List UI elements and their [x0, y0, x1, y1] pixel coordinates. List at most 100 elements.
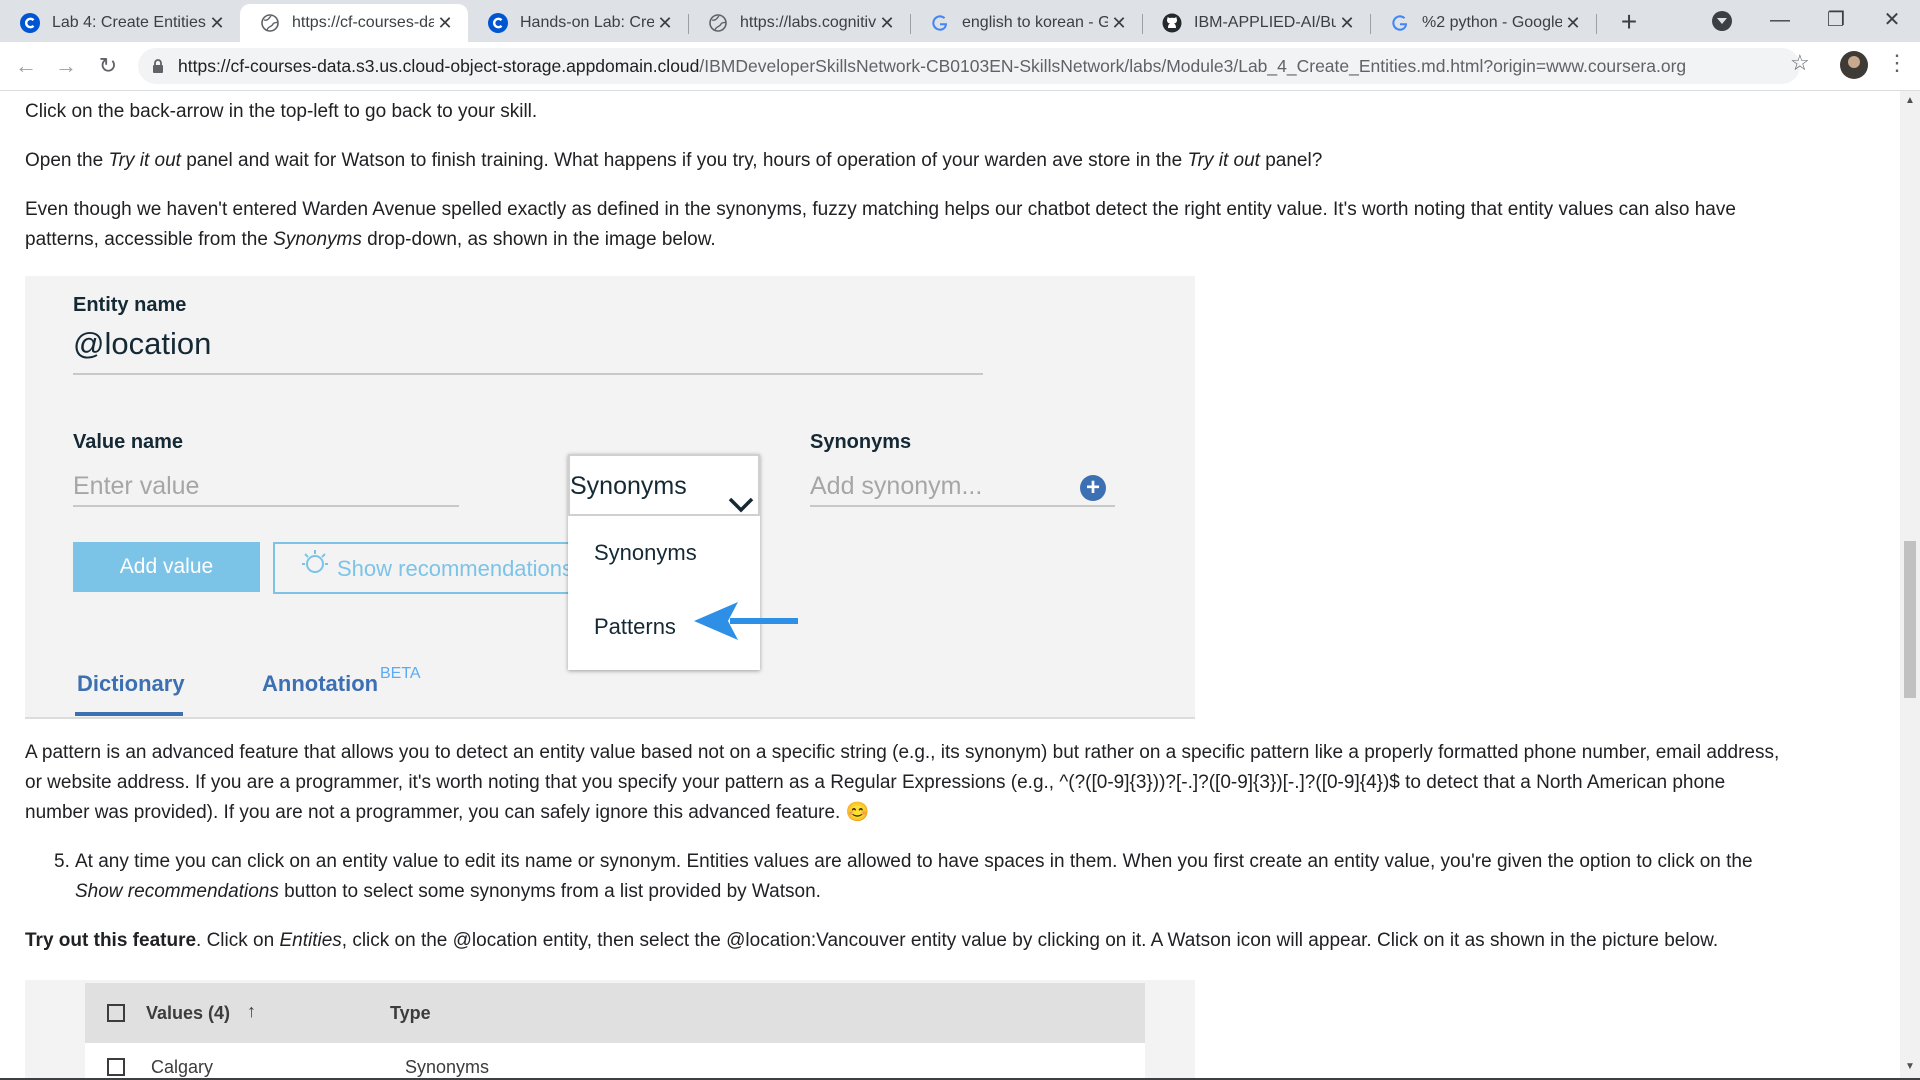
tab-python-google[interactable]: %2 python - Google ✕	[1370, 4, 1596, 42]
url-path: /IBMDeveloperSkillsNetwork-CB0103EN-Skil…	[699, 56, 1687, 76]
add-value-button: Add value	[73, 542, 260, 592]
tab-title: %2 python - Google	[1422, 14, 1562, 31]
reload-icon[interactable]: ↻	[90, 48, 126, 84]
paragraph-pattern-line2: or website address. If you are a program…	[25, 772, 1726, 793]
tab-search-icon[interactable]	[1712, 11, 1732, 31]
new-tab-plus-icon[interactable]: +	[1612, 6, 1646, 40]
row-checkbox	[107, 1058, 125, 1076]
arrow-pointer-icon	[694, 602, 798, 640]
text-span: . Click on	[196, 930, 280, 951]
globe-icon	[260, 13, 280, 33]
table-header: Values (4) ↑ Type	[85, 983, 1145, 1043]
add-synonym-plus-icon: +	[1080, 475, 1106, 501]
browser-toolbar: ← → ↻ https://cf-courses-data.s3.us.clou…	[0, 42, 1920, 91]
text-italic: Entities	[279, 930, 342, 951]
text-span: panel?	[1259, 150, 1323, 171]
dropdown-option-patterns: Patterns	[594, 614, 676, 639]
paragraph-pattern-line3: number was provided). If you are not a p…	[25, 802, 870, 823]
entity-name-underline	[73, 373, 983, 375]
tab-title: IBM-APPLIED-AI/Buil	[1194, 14, 1336, 31]
tab-labs-cognitive[interactable]: https://labs.cognitive ✕	[688, 4, 910, 42]
paragraph-pattern-line1: A pattern is an advanced feature that al…	[25, 742, 1780, 763]
page-scrollbar[interactable]: ▲ ▼	[1900, 91, 1920, 1078]
coursera-icon	[20, 13, 40, 33]
tab-cf-courses[interactable]: https://cf-courses-da ✕	[240, 4, 468, 42]
tab-title: https://cf-courses-da	[292, 14, 434, 31]
chevron-down-icon	[728, 476, 754, 536]
show-recommendations-button: Show recommendations	[273, 542, 577, 594]
synonyms-label: Synonyms	[810, 431, 912, 453]
show-recommendations-label: Show recommendations	[337, 556, 574, 582]
tab-hands-on-lab[interactable]: Hands-on Lab: Creati ✕	[468, 4, 688, 42]
paragraph-try-out-feature: Try out this feature. Click on Entities,…	[25, 926, 1718, 956]
text-bold: Try out this feature	[25, 930, 197, 951]
tab-lab4[interactable]: Lab 4: Create Entities ✕	[0, 4, 240, 42]
globe-icon	[708, 13, 728, 33]
dropdown-selected-label: Synonyms	[570, 472, 687, 500]
column-type-header: Type	[390, 1003, 431, 1023]
scrollbar-thumb[interactable]	[1904, 541, 1916, 698]
address-bar[interactable]: https://cf-courses-data.s3.us.cloud-obje…	[138, 48, 1800, 84]
list-item-5-line1: At any time you can click on an entity v…	[75, 851, 1753, 872]
google-icon	[1390, 13, 1410, 33]
kebab-menu-icon[interactable]: ⋮	[1886, 50, 1908, 76]
text-span: patterns, accessible from the	[25, 229, 274, 250]
paragraph-fuzzy-matching-line2: patterns, accessible from the Synonyms d…	[25, 225, 716, 255]
list-item-5-line2: Show recommendations button to select so…	[75, 877, 821, 907]
text-span: , click on the @location entity, then se…	[341, 930, 1719, 951]
close-icon[interactable]: ✕	[654, 13, 676, 34]
text-italic: Try it out	[108, 150, 181, 171]
text-italic: Try it out	[1187, 150, 1260, 171]
url-host: https://cf-courses-data.s3.us.cloud-obje…	[178, 56, 700, 76]
forward-arrow-icon[interactable]: →	[48, 48, 84, 84]
text-italic: Show recommendations	[75, 881, 279, 902]
close-icon[interactable]: ✕	[1336, 13, 1358, 34]
entity-name-value: @location	[73, 326, 212, 361]
table-row: Calgary Synonyms	[85, 1043, 1145, 1078]
close-icon[interactable]: ✕	[876, 13, 898, 34]
close-icon[interactable]: ✕	[1108, 13, 1130, 34]
text-span: Open the	[25, 150, 109, 171]
watson-icon	[301, 545, 329, 592]
bookmark-star-icon[interactable]: ☆	[1790, 50, 1810, 76]
beta-badge: BETA	[380, 665, 421, 682]
tab-github[interactable]: IBM-APPLIED-AI/Buil ✕	[1142, 4, 1370, 42]
restore-icon[interactable]: ❐	[1808, 0, 1864, 42]
synonym-underline	[810, 505, 1115, 507]
tab-dictionary-underline	[75, 712, 183, 716]
tab-dictionary: Dictionary	[77, 671, 185, 696]
close-icon[interactable]: ✕	[206, 13, 228, 34]
dropdown-option-synonyms: Synonyms	[594, 540, 697, 565]
tab-title: Lab 4: Create Entities	[52, 14, 206, 31]
entity-editor-screenshot: Entity name @location Value name Enter v…	[25, 276, 1195, 719]
close-icon[interactable]: ✕	[1562, 13, 1584, 34]
text-span: button to select some synonyms from a li…	[278, 881, 821, 902]
close-icon[interactable]: ✕	[434, 13, 456, 34]
back-arrow-icon[interactable]: ←	[8, 48, 44, 84]
tab-english-korean[interactable]: english to korean - G ✕	[910, 4, 1142, 42]
tab-separator	[1596, 14, 1597, 34]
page-content: Click on the back-arrow in the top-left …	[0, 91, 1900, 1078]
tab-title: Hands-on Lab: Creati	[520, 14, 654, 31]
tab-annotation: Annotation	[262, 671, 379, 696]
window-close-icon[interactable]: ✕	[1864, 0, 1920, 42]
paragraph-try-it-out: Open the Try it out panel and wait for W…	[25, 146, 1322, 176]
entity-name-label: Entity name	[73, 294, 187, 316]
dropdown-selected: Synonyms	[568, 454, 760, 516]
synonym-placeholder: Add synonym...	[810, 472, 983, 500]
google-icon	[930, 13, 950, 33]
profile-avatar[interactable]	[1840, 51, 1868, 79]
text-italic: Synonyms	[273, 229, 362, 250]
minimize-icon[interactable]: —	[1752, 0, 1808, 42]
text-span: panel and wait for Watson to finish trai…	[180, 150, 1188, 171]
scroll-down-arrow-icon[interactable]: ▼	[1905, 1061, 1915, 1072]
value-name-label: Value name	[73, 431, 184, 453]
sort-arrow-up-icon: ↑	[247, 1001, 256, 1021]
row-type: Synonyms	[405, 1057, 490, 1077]
coursera-icon	[488, 13, 508, 33]
value-name-placeholder: Enter value	[73, 472, 200, 500]
github-icon	[1162, 13, 1182, 33]
tab-title: https://labs.cognitive	[740, 14, 876, 31]
value-name-underline	[73, 505, 459, 507]
scroll-up-arrow-icon[interactable]: ▲	[1905, 95, 1915, 106]
